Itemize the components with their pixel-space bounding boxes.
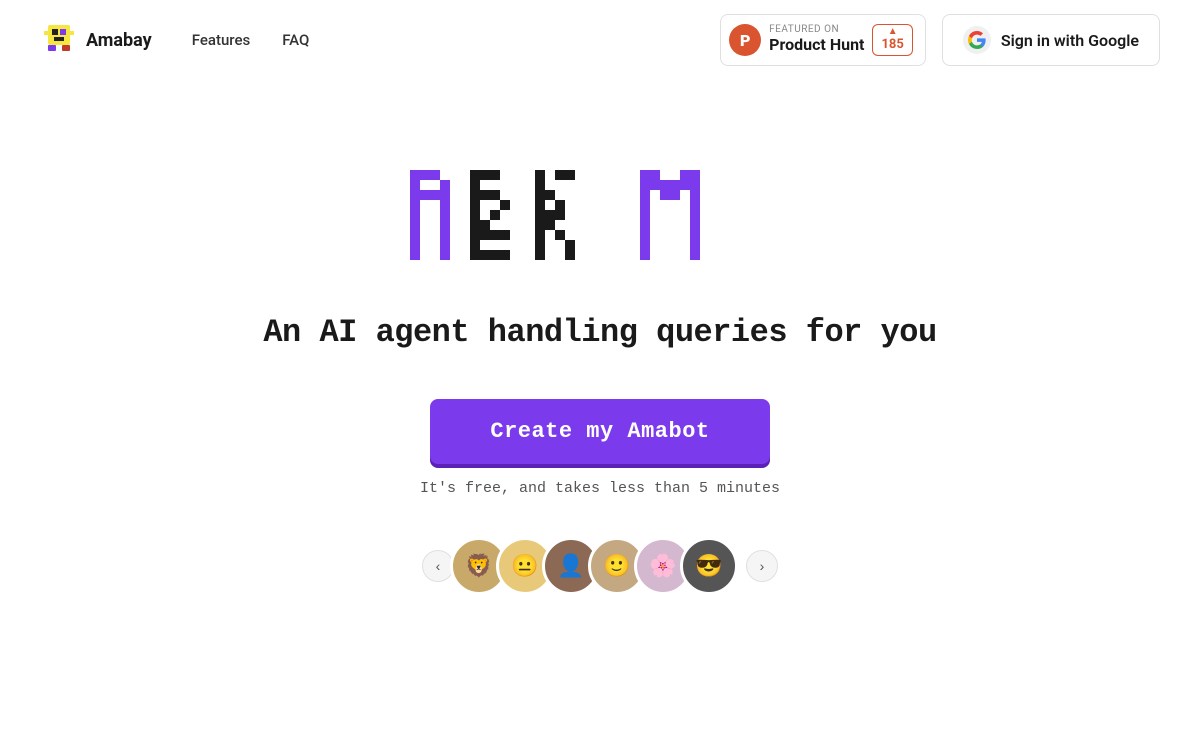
navbar: Amabay Features FAQ P FEATURED ON Produc… [0,0,1200,80]
chevron-right-icon: › [760,558,765,574]
hero-title-graphic [400,160,800,290]
avatars-section: ‹ 🦁 😐 👤 🙂 🌸 😎 › [422,537,778,595]
ask-m-svg [400,160,800,290]
hero-section: An AI agent handling queries for you Cre… [0,80,1200,595]
product-hunt-badge[interactable]: P FEATURED ON Product Hunt ▲ 185 [720,14,926,66]
logo-icon [40,21,78,59]
logo-link[interactable]: Amabay [40,21,152,59]
ph-icon: P [729,24,761,56]
google-signin-button[interactable]: Sign in with Google [942,14,1160,66]
google-signin-label: Sign in with Google [1001,31,1139,50]
ph-arrow: ▲ [888,27,898,37]
nav-right: P FEATURED ON Product Hunt ▲ 185 Sign in… [720,14,1160,66]
logo-text: Amabay [86,30,152,51]
ph-name: Product Hunt [769,35,864,56]
cta-button[interactable]: Create my Amabot [430,399,769,464]
cta-subtext: It's free, and takes less than 5 minutes [420,480,780,497]
nav-links: Features FAQ [192,31,310,49]
hero-subtitle: An AI agent handling queries for you [263,314,936,351]
avatar-6: 😎 [680,537,738,595]
ph-vote-count: 185 [881,37,903,53]
avatar-next-button[interactable]: › [746,550,778,582]
chevron-left-icon: ‹ [436,558,441,574]
ph-featured-label: FEATURED ON [769,25,864,35]
nav-link-faq[interactable]: FAQ [282,31,309,49]
ph-votes: ▲ 185 [872,24,912,56]
google-icon [963,26,991,54]
ph-text: FEATURED ON Product Hunt [769,25,864,56]
nav-link-features[interactable]: Features [192,31,250,49]
